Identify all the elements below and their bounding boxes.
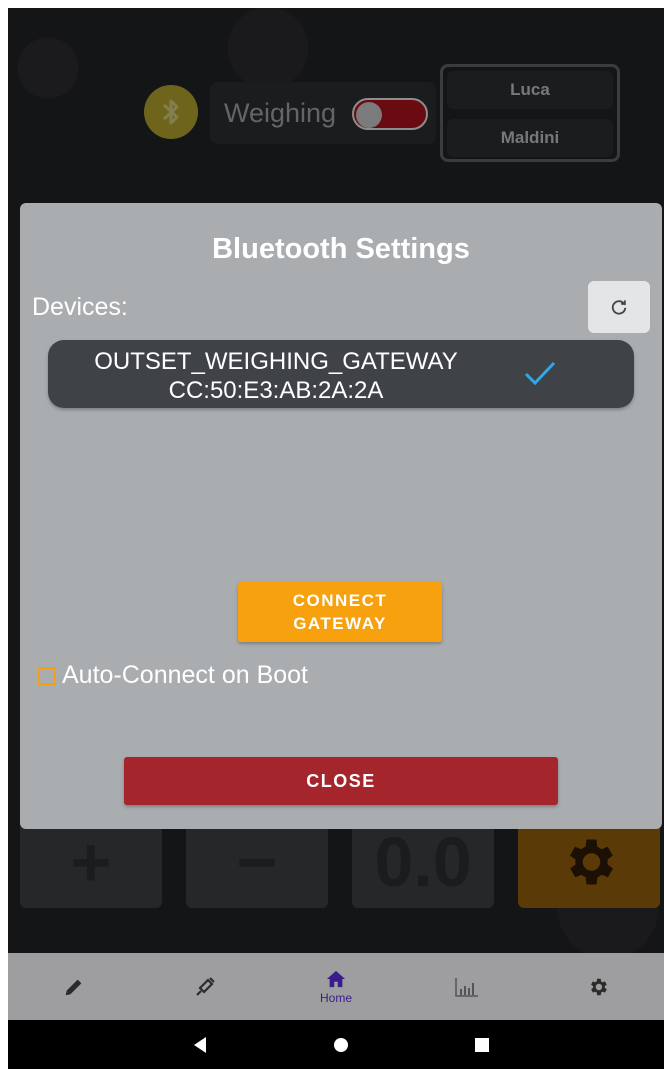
auto-connect-label: Auto-Connect on Boot — [62, 661, 308, 689]
close-button[interactable]: CLOSE — [124, 757, 558, 805]
nav-item-home[interactable]: Home — [270, 953, 401, 1020]
device-mac-address: CC:50:E3:AB:2A:2A — [168, 377, 384, 404]
refresh-icon — [611, 300, 627, 315]
device-name: OUTSET_WEIGHING_GATEWAY — [94, 348, 458, 375]
phone-screen: Weighing Luca Maldini + − 0.0 Bluetooth … — [8, 8, 664, 1069]
auto-connect-checkbox[interactable] — [38, 666, 56, 685]
check-icon — [524, 361, 556, 386]
pencil-icon — [65, 979, 81, 995]
connect-button-line2: GATEWAY — [293, 614, 387, 633]
nav-home-label: Home — [320, 990, 353, 1005]
bottom-navigation: Home — [8, 953, 664, 1020]
chart-icon — [455, 977, 479, 997]
bluetooth-settings-dialog: Bluetooth Settings Devices: OUTSET_WEIGH… — [20, 203, 662, 829]
gear-icon — [591, 978, 608, 995]
recents-icon[interactable] — [474, 1037, 490, 1053]
syringe-icon — [196, 976, 215, 996]
refresh-button[interactable] — [588, 281, 650, 333]
device-list-item[interactable]: OUTSET_WEIGHING_GATEWAY CC:50:E3:AB:2A:2… — [48, 340, 634, 408]
back-icon[interactable] — [192, 1036, 208, 1054]
nav-item-settings[interactable] — [533, 953, 664, 1020]
auto-connect-row[interactable]: Auto-Connect on Boot — [38, 661, 308, 690]
home-circle-icon[interactable] — [333, 1037, 349, 1053]
home-icon — [326, 970, 346, 987]
connect-button-line1: CONNECT — [292, 591, 388, 610]
nav-item-treatment[interactable] — [139, 953, 270, 1020]
connect-gateway-button[interactable]: CONNECT GATEWAY — [238, 582, 442, 642]
devices-label: Devices: — [32, 293, 128, 321]
system-navigation-bar — [8, 1020, 664, 1069]
dialog-title: Bluetooth Settings — [212, 233, 470, 265]
nav-item-edit[interactable] — [8, 953, 139, 1020]
nav-item-stats[interactable] — [402, 953, 533, 1020]
